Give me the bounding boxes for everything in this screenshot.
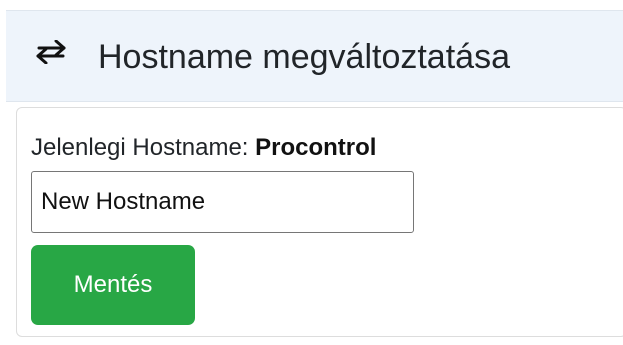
current-hostname-label: Jelenlegi Hostname: bbox=[31, 134, 249, 161]
hostname-form-card: Jelenlegi Hostname: Procontrol Mentés bbox=[16, 107, 623, 337]
hostname-panel: Hostname megváltoztatása Jelenlegi Hostn… bbox=[6, 0, 623, 345]
page-title: Hostname megváltoztatása bbox=[98, 38, 510, 76]
swap-arrows-icon bbox=[34, 39, 68, 65]
current-hostname-value: Procontrol bbox=[255, 134, 377, 161]
panel-header: Hostname megváltoztatása bbox=[6, 10, 623, 102]
save-button[interactable]: Mentés bbox=[31, 245, 195, 325]
current-hostname-row: Jelenlegi Hostname: Procontrol bbox=[31, 134, 376, 162]
hostname-input[interactable] bbox=[31, 171, 414, 233]
